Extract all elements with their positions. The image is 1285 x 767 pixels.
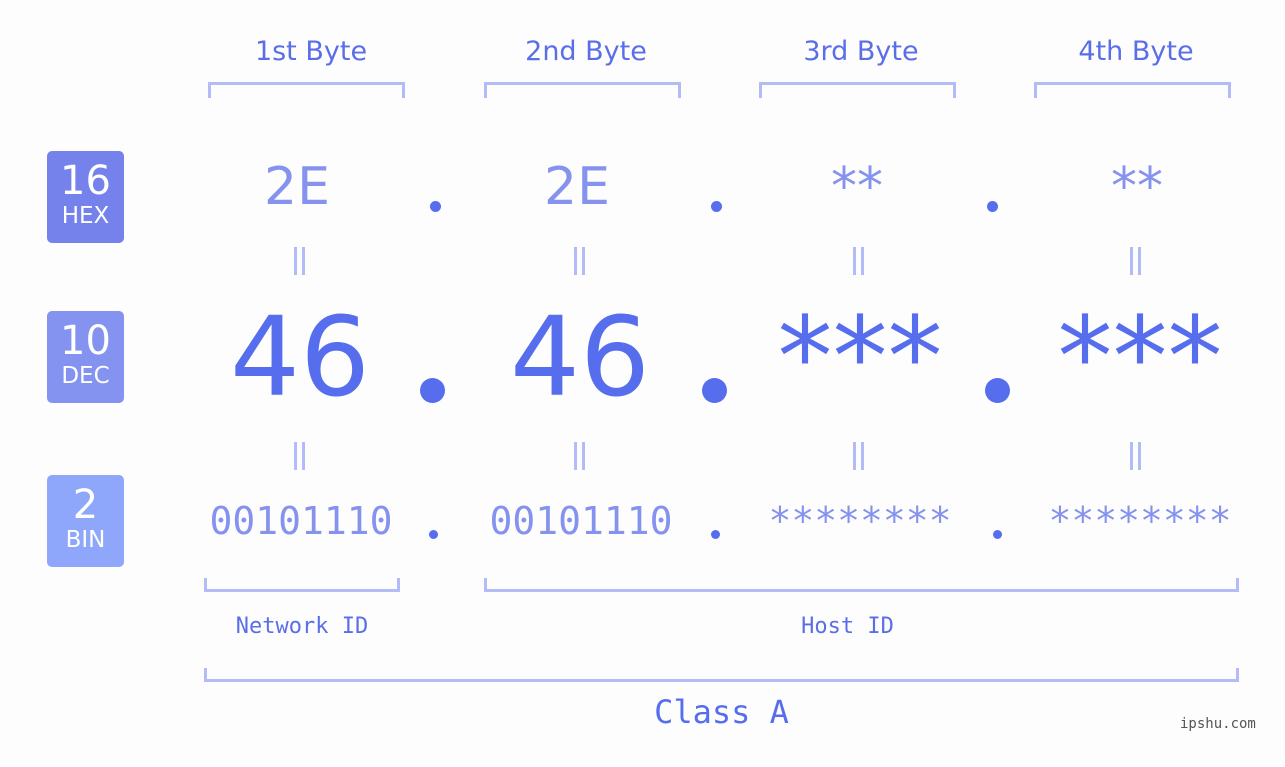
equals-icon [851, 442, 865, 470]
dec-octet-1: 46 [230, 293, 370, 421]
hex-separator-dot [987, 201, 998, 212]
byte-label-3: 3rd Byte [803, 36, 919, 67]
bin-octet-4: ******** [1048, 499, 1232, 543]
bin-badge: 2 BIN [47, 475, 124, 567]
watermark: ipshu.com [1180, 716, 1256, 732]
network-id-bracket [204, 578, 400, 592]
bin-separator-dot [429, 530, 438, 539]
byte-label-4: 4th Byte [1078, 36, 1194, 67]
dec-badge: 10 DEC [47, 311, 124, 403]
dec-separator-dot [702, 378, 727, 403]
bin-badge-number: 2 [72, 482, 99, 528]
dec-octet-4: *** [1057, 293, 1223, 421]
hex-badge-number: 16 [60, 158, 111, 204]
equals-icon [1128, 247, 1142, 275]
byte-bracket-2 [484, 82, 681, 98]
hex-octet-2: 2E [544, 157, 610, 217]
byte-bracket-1 [208, 82, 405, 98]
ip-class-label: Class A [654, 693, 789, 731]
byte-bracket-4 [1034, 82, 1231, 98]
bin-separator-dot [711, 530, 720, 539]
hex-badge-unit: HEX [61, 203, 110, 229]
equals-icon [1128, 442, 1142, 470]
equals-icon [851, 247, 865, 275]
dec-octet-3: *** [777, 293, 943, 421]
hex-badge: 16 HEX [47, 151, 124, 243]
dec-separator-dot [420, 378, 445, 403]
dec-badge-unit: DEC [61, 363, 110, 389]
byte-label-1: 1st Byte [254, 36, 368, 67]
dec-badge-number: 10 [60, 318, 111, 364]
host-id-bracket [484, 578, 1239, 592]
bin-octet-2: 00101110 [489, 499, 673, 543]
hex-separator-dot [711, 201, 722, 212]
byte-label-2: 2nd Byte [525, 36, 647, 67]
bin-octet-1: 00101110 [209, 499, 393, 543]
bin-badge-unit: BIN [65, 527, 106, 553]
hex-octet-3: ** [831, 157, 883, 217]
byte-bracket-3 [759, 82, 956, 98]
dec-octet-2: 46 [510, 293, 650, 421]
equals-icon [292, 247, 306, 275]
hex-octet-4: ** [1111, 157, 1163, 217]
equals-icon [292, 442, 306, 470]
network-id-label: Network ID [235, 614, 369, 639]
dec-separator-dot [985, 378, 1010, 403]
class-bracket [204, 668, 1239, 682]
equals-icon [572, 247, 586, 275]
hex-separator-dot [430, 201, 441, 212]
hex-octet-1: 2E [264, 157, 330, 217]
equals-icon [572, 442, 586, 470]
bin-octet-3: ******** [768, 499, 952, 543]
bin-separator-dot [993, 530, 1002, 539]
host-id-label: Host ID [801, 614, 894, 639]
